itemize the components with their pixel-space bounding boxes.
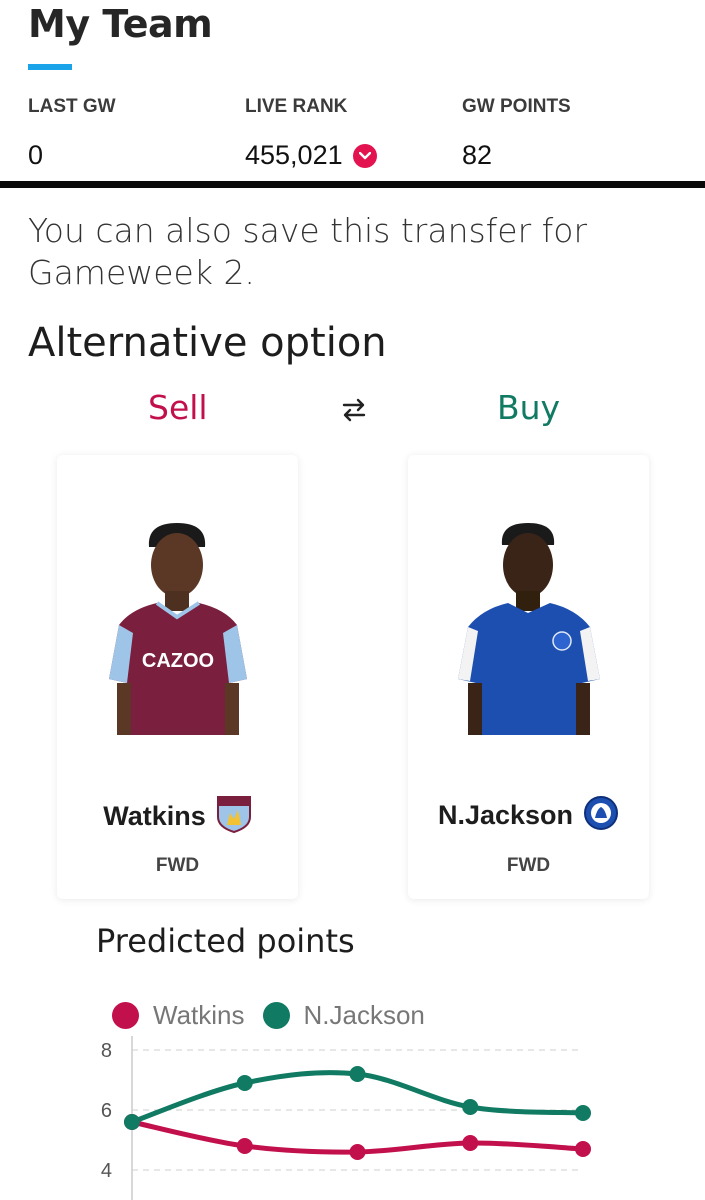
player-position: FWD (506, 855, 551, 876)
data-point-watkins[interactable] (462, 1135, 479, 1151)
data-point-njackson[interactable] (462, 1099, 479, 1115)
data-point-watkins[interactable] (575, 1141, 591, 1157)
data-point-watkins[interactable] (349, 1144, 366, 1160)
legend-item-watkins[interactable]: Watkins (112, 1000, 245, 1031)
legend-dot-icon (112, 1002, 139, 1029)
y-tick-label: 8 (101, 1040, 112, 1062)
data-point-njackson[interactable] (236, 1075, 253, 1091)
sell-label: Sell (148, 388, 208, 427)
player-name: N.Jackson (437, 799, 574, 830)
data-point-njackson[interactable] (124, 1114, 140, 1130)
stat-label: LAST GW (28, 96, 116, 117)
stat-value: 0 (28, 140, 44, 170)
predicted-points-chart: 8 6 4 (101, 1036, 591, 1200)
player-photo: CAZOO (103, 523, 253, 735)
section-divider (0, 181, 705, 188)
player-name: Watkins (103, 800, 206, 831)
svg-text:CAZOO: CAZOO (142, 650, 214, 672)
y-tick-label: 4 (101, 1160, 112, 1182)
stat-live-rank: LIVE RANK 455,021 (245, 96, 377, 171)
legend-item-njackson[interactable]: N.Jackson (262, 1000, 425, 1031)
rank-down-icon (352, 143, 377, 168)
player-photo (454, 523, 604, 735)
predicted-points-title: Predicted points (96, 922, 355, 960)
title-underline (28, 64, 72, 70)
stat-value: 455,021 (245, 140, 343, 170)
aston-villa-badge-icon (216, 795, 252, 837)
legend-label: N.Jackson (303, 1000, 425, 1030)
player-position: FWD (155, 855, 200, 876)
stats-bar: LAST GW 0 LIVE RANK 455,021 GW POINTS 82 (0, 96, 705, 186)
data-point-njackson[interactable] (575, 1105, 591, 1121)
buy-player-card[interactable]: N.Jackson FWD (408, 455, 649, 899)
page-title: My Team (28, 2, 213, 46)
swap-icon (340, 396, 368, 428)
alternative-option-title: Alternative option (28, 320, 387, 366)
data-point-watkins[interactable] (236, 1138, 253, 1154)
legend-dot-icon (262, 1002, 290, 1029)
buy-label: Buy (497, 388, 561, 427)
stat-value: 82 (462, 140, 493, 170)
stat-label: LIVE RANK (245, 96, 348, 117)
sell-player-card[interactable]: CAZOO Watkins FWD (57, 455, 298, 899)
legend-label: Watkins (153, 1000, 245, 1030)
chart-legend: Watkins N.Jackson (112, 1000, 443, 1031)
save-transfer-text: You can also save this transfer for Game… (28, 211, 588, 292)
chelsea-badge-icon (583, 795, 619, 835)
stat-gw-points: GW POINTS 82 (462, 96, 571, 171)
y-tick-label: 6 (101, 1100, 112, 1122)
stat-last-gw: LAST GW 0 (28, 96, 116, 171)
stat-label: GW POINTS (462, 96, 571, 117)
data-point-njackson[interactable] (349, 1066, 366, 1082)
